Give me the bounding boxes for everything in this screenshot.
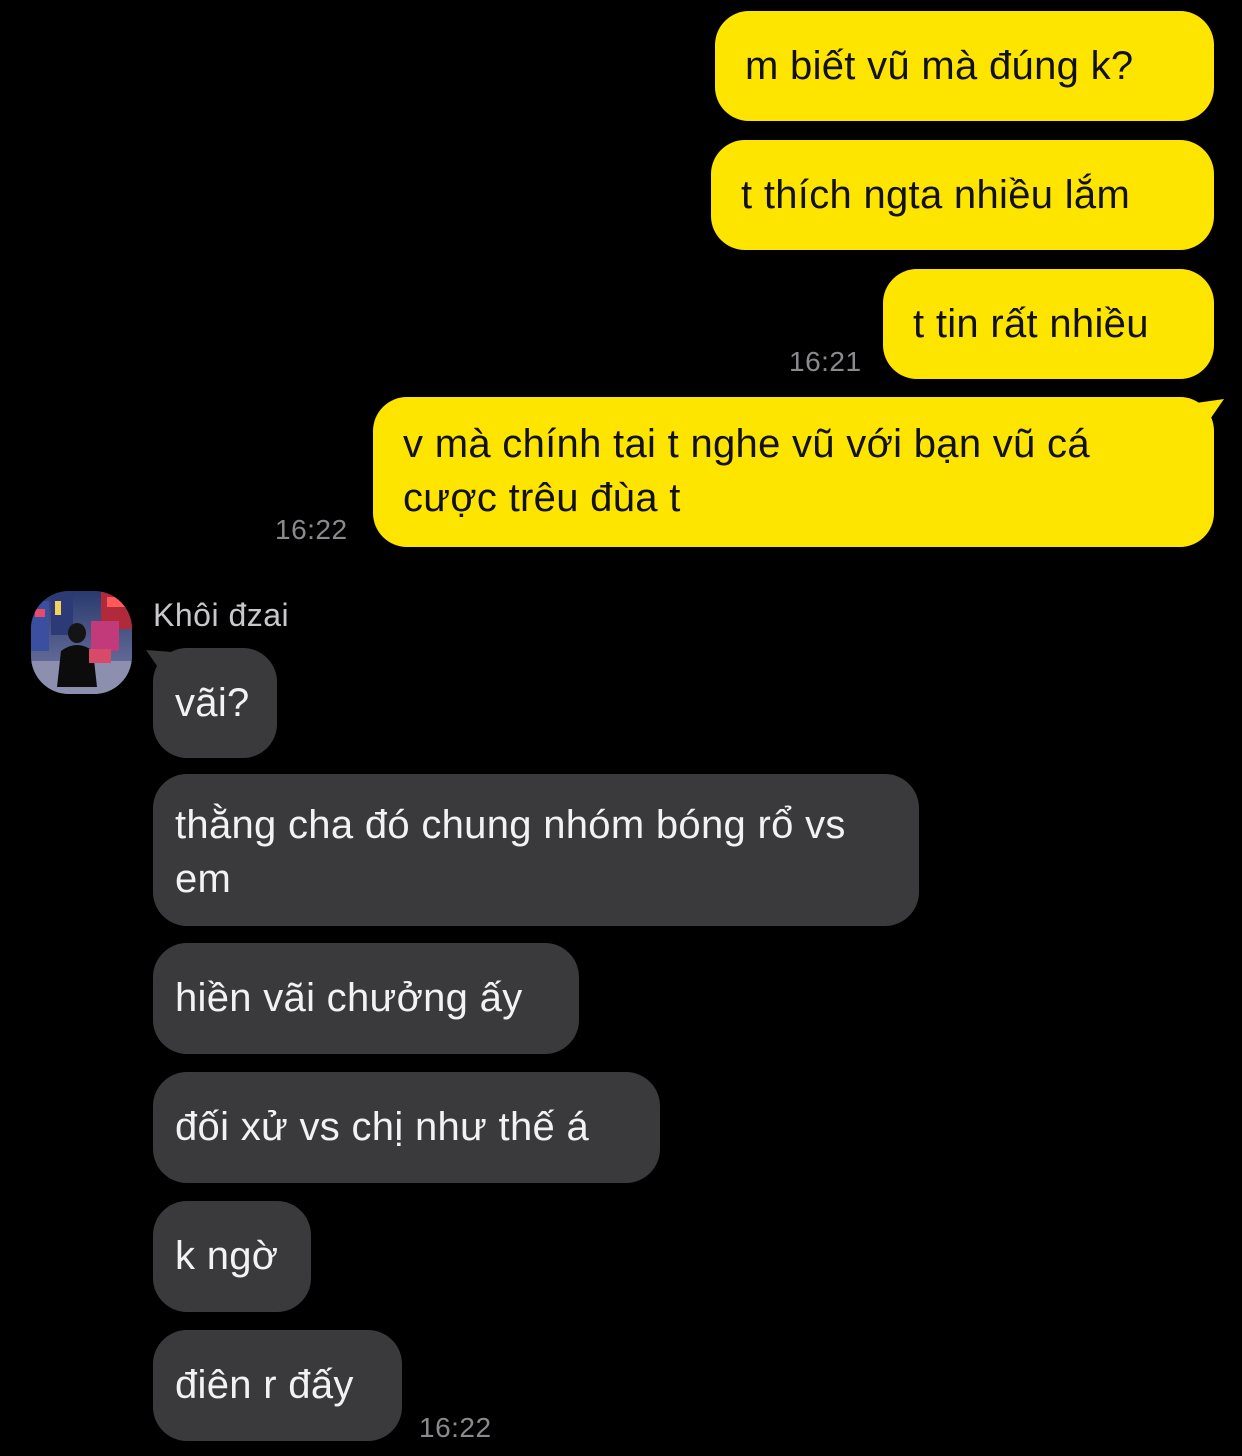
message-timestamp: 16:22: [275, 514, 348, 545]
sender-name: Khôi đzai: [153, 597, 290, 633]
sent-message[interactable]: m biết vũ mà đúng k?: [715, 11, 1214, 121]
received-message[interactable]: hiền vãi chưởng ấy: [153, 943, 579, 1054]
sent-message[interactable]: t tin rất nhiều: [883, 269, 1214, 379]
received-message[interactable]: vãi?: [153, 648, 277, 758]
received-message[interactable]: đối xử vs chị như thế á: [153, 1072, 660, 1183]
received-message[interactable]: điên r đấy: [153, 1330, 402, 1441]
sent-message[interactable]: v mà chính tai t nghe vũ với bạn vũ cá c…: [373, 397, 1214, 547]
avatar[interactable]: [31, 591, 132, 694]
sent-message[interactable]: t thích ngta nhiều lắm: [711, 140, 1214, 250]
received-message[interactable]: thằng cha đó chung nhóm bóng rổ vs em: [153, 774, 919, 926]
profile-photo-icon: [31, 591, 132, 694]
message-timestamp: 16:22: [419, 1412, 492, 1443]
received-message[interactable]: k ngờ: [153, 1201, 311, 1312]
bubble-tail-icon: [1196, 399, 1224, 425]
message-timestamp: 16:21: [789, 346, 862, 377]
